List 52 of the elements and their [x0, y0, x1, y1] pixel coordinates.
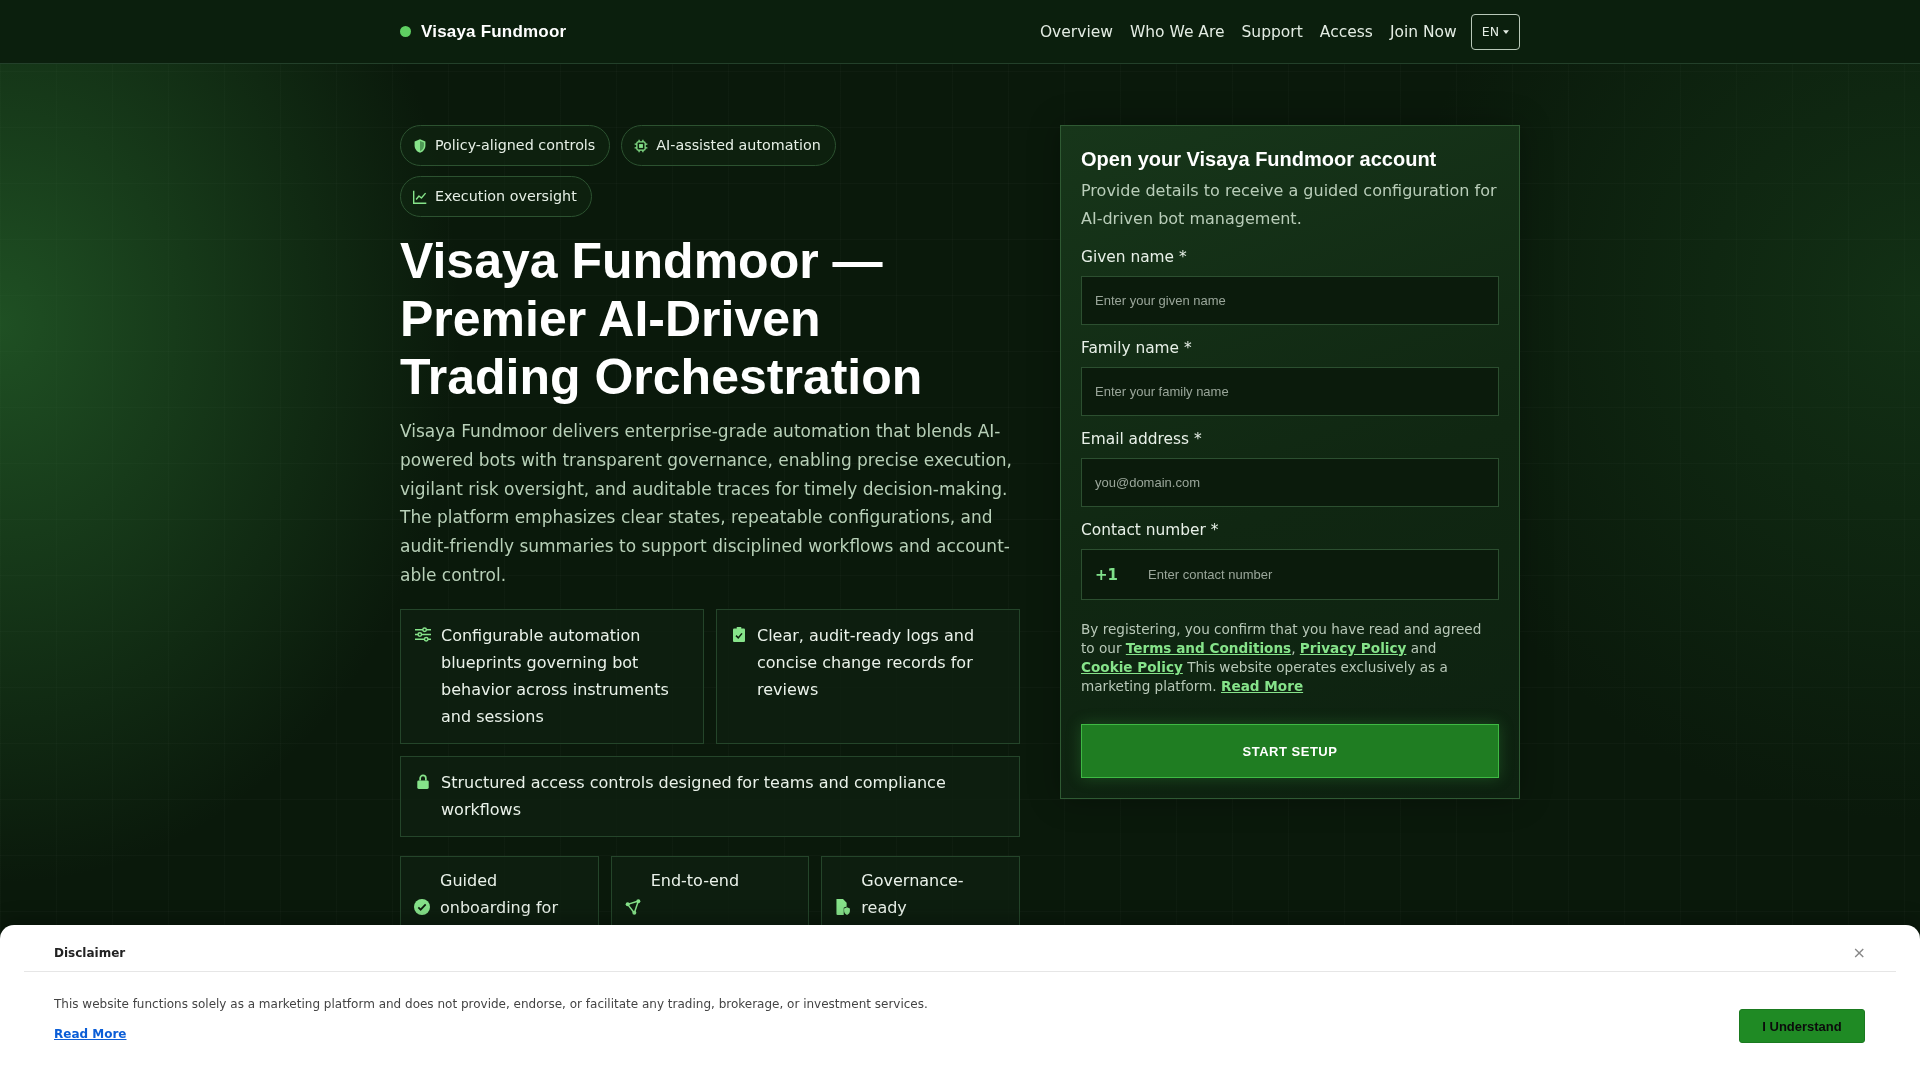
file-shield-icon — [835, 898, 852, 915]
submit-button[interactable]: START SETUP — [1081, 724, 1499, 778]
lock-icon — [415, 773, 431, 789]
country-code: +1 — [1095, 565, 1119, 584]
tag-label: Execution oversight — [435, 187, 577, 206]
field-label: Contact number * — [1081, 520, 1220, 541]
phone-field[interactable]: +1 Enter contact number — [1081, 549, 1499, 600]
email-field[interactable]: you@domain.com — [1081, 458, 1499, 507]
line-chart-icon — [413, 189, 427, 204]
close-button[interactable]: × — [1852, 944, 1866, 961]
legal-link[interactable]: Cookie Policy — [1081, 659, 1183, 675]
caret-icon — [1503, 29, 1509, 34]
highlight-text: Guided onboarding for — [440, 869, 559, 919]
form-subtitle: Provide details to receive a guided configuration for AI-driven bot management. — [1081, 180, 1498, 230]
sliders-icon — [415, 626, 431, 642]
phone-input[interactable]: Enter contact number — [1139, 550, 1498, 599]
legal-link[interactable]: Read More — [1221, 678, 1304, 694]
legal-link[interactable]: Terms and Conditions — [1125, 640, 1292, 656]
tag-label: Policy-aligned controls — [435, 136, 596, 155]
tag-label: AI-assisted automation — [656, 136, 821, 155]
input-field[interactable]: Enter your given name — [1081, 276, 1499, 325]
field-label: Given name * — [1081, 247, 1188, 268]
disclaimer-text: This website functions solely as a marketing platform and does not provide, endorse, or facilitate any trading, brokerage, or investment services. — [54, 996, 928, 1013]
highlight-text: Governance-ready — [861, 869, 965, 919]
nav-link[interactable]: Support — [1241, 22, 1303, 41]
nodes-icon — [624, 898, 641, 915]
hero-title: Visaya Fundmoor — Premier AI-Driven Trading Orchestration — [400, 232, 924, 406]
read-more-link[interactable]: Read More — [54, 1024, 127, 1044]
hero-description: Visaya Fundmoor delivers enterprise-grade automation that blends AI-powered bots with transparent governance, enabling precise execution, vigilant risk oversight, and auditable traces for timely decision-making. The platform emphasizes clear states, repeatable configurations, and audit-friendly summaries to support disciplined workflows and account-able control. — [400, 420, 1013, 587]
shield-icon — [413, 138, 427, 153]
field-label: Family name * — [1081, 338, 1193, 359]
disclaimer-title: Disclaimer — [54, 945, 126, 960]
input-field[interactable]: Enter your family name — [1081, 367, 1499, 416]
nav-link[interactable]: Overview — [1039, 22, 1113, 41]
language-button[interactable]: EN — [1470, 13, 1520, 50]
brand-name[interactable]: Visaya Fundmoor — [421, 21, 567, 42]
logo-dot-icon — [400, 26, 411, 37]
form-title: Open your Visaya Fundmoor account — [1081, 147, 1438, 172]
clipboard-check-icon — [731, 626, 747, 642]
feature-text: Structured access controls designed for teams and compliance workflows — [441, 771, 947, 821]
nav-link[interactable]: Join Now — [1389, 22, 1457, 41]
consent-text: By registering, you confirm that you have read and agreed to our Terms and Conditions, Privacy Policy and Cookie Policy This website operates exclusively as a marketing platform. Read More — [1081, 620, 1483, 696]
nav-link[interactable]: Who We Are — [1129, 22, 1225, 41]
chip-icon — [634, 138, 649, 153]
check-circle-icon — [414, 898, 430, 915]
nav-link[interactable]: Access — [1319, 22, 1373, 41]
legal-link[interactable]: Privacy Policy — [1299, 640, 1407, 656]
field-label: Email address * — [1081, 429, 1203, 450]
feature-text: Configurable automation blueprints governing bot behavior across instruments and sessions — [441, 624, 670, 728]
accept-button[interactable]: I Understand — [1739, 1009, 1865, 1043]
feature-text: Clear, audit-ready logs and concise change records for reviews — [757, 624, 976, 701]
highlight-text: End-to-end — [650, 869, 740, 892]
